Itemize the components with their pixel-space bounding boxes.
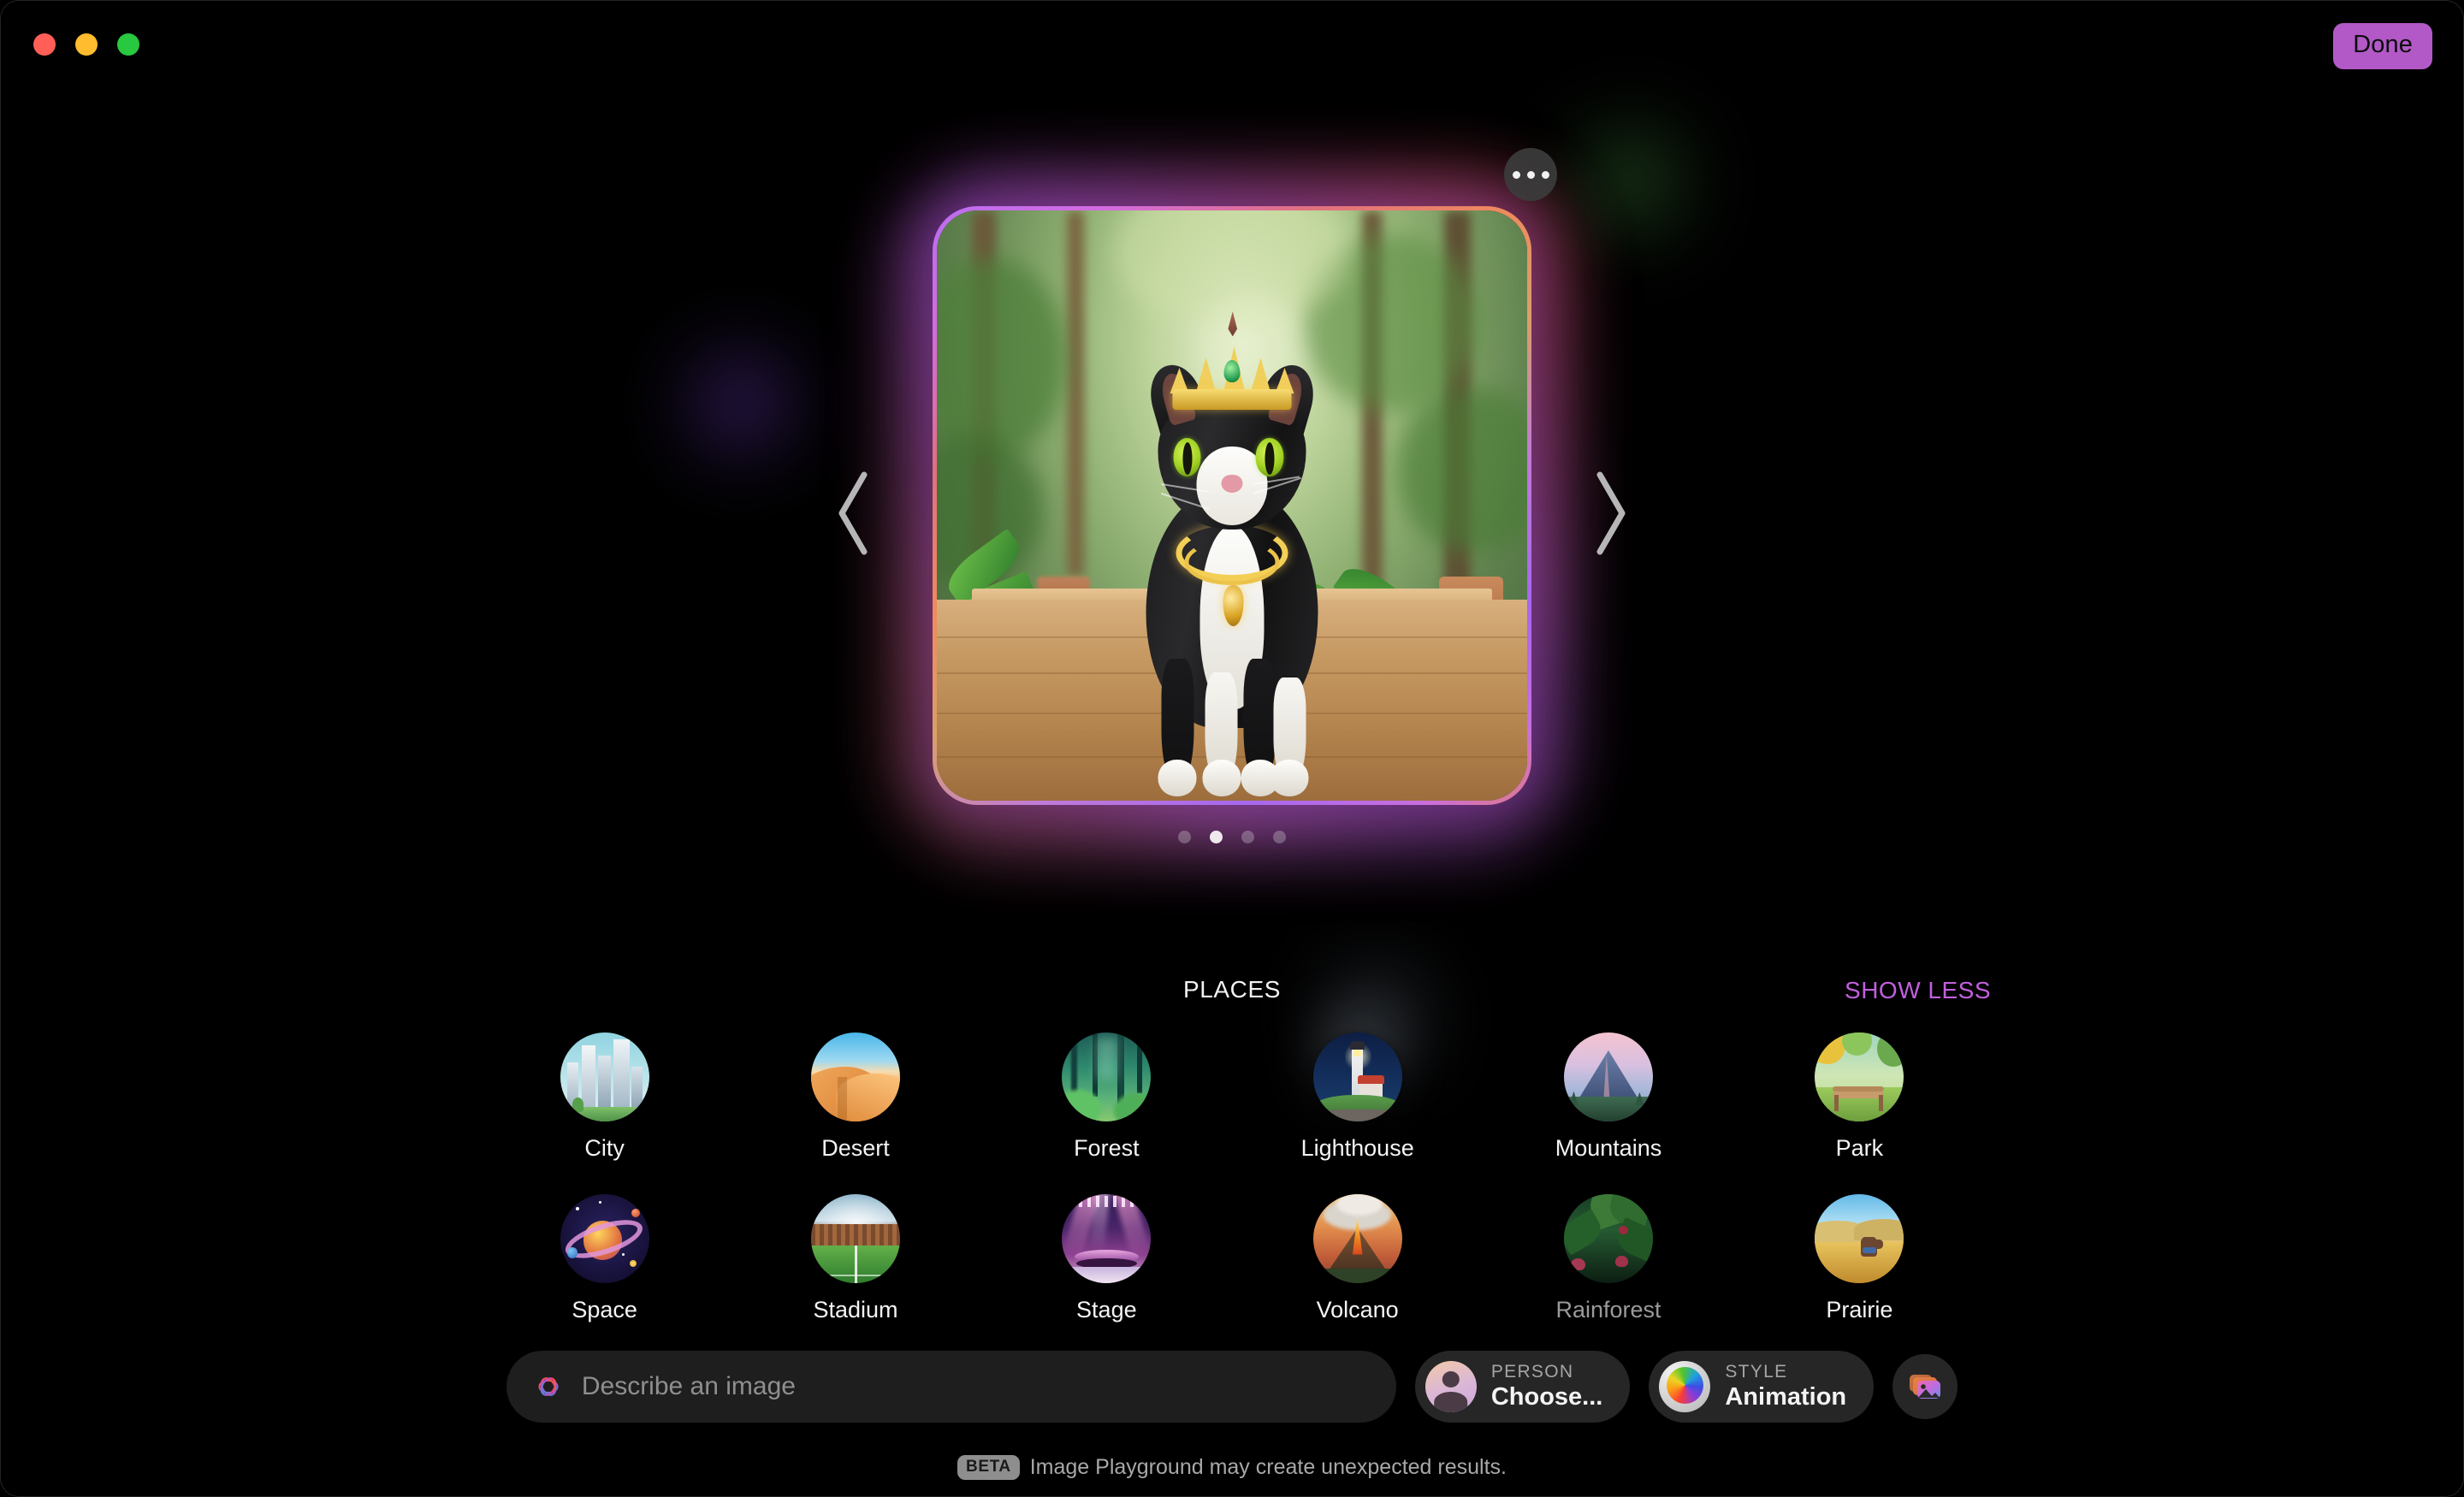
person-chip-button[interactable]: PERSON Choose...: [1414, 1351, 1631, 1423]
describe-image-placeholder: Describe an image: [581, 1372, 796, 1400]
place-label: Park: [1835, 1135, 1884, 1161]
page-dot[interactable]: [1210, 831, 1223, 843]
next-image-button[interactable]: [1588, 466, 1632, 560]
place-label: Lighthouse: [1300, 1135, 1414, 1161]
style-chip-button[interactable]: STYLE Animation: [1649, 1351, 1875, 1423]
describe-image-input[interactable]: Describe an image: [506, 1351, 1396, 1423]
done-button[interactable]: Done: [2333, 23, 2432, 69]
space-thumbnail: [560, 1194, 649, 1283]
page-dot[interactable]: [1178, 831, 1191, 843]
beta-badge: BETA: [957, 1455, 1020, 1480]
place-item-lighthouse[interactable]: Lighthouse: [1232, 1033, 1483, 1162]
traffic-light-controls: [33, 33, 139, 56]
photo-library-button[interactable]: [1892, 1354, 1958, 1419]
place-item-park[interactable]: Park: [1734, 1033, 1985, 1162]
show-less-button[interactable]: SHOW LESS: [1845, 977, 1991, 1004]
volcano-thumbnail: [1312, 1194, 1402, 1283]
city-thumbnail: [560, 1033, 649, 1121]
page-dot[interactable]: [1241, 831, 1254, 843]
stadium-thumbnail: [810, 1194, 900, 1283]
beta-text: Image Playground may create unexpected r…: [1029, 1455, 1507, 1479]
previous-image-button[interactable]: [832, 466, 876, 560]
ellipsis-icon[interactable]: [1504, 148, 1557, 201]
person-chip-value: Choose...: [1490, 1383, 1603, 1411]
style-chip-kicker: STYLE: [1725, 1362, 1788, 1382]
photos-library-icon: [1910, 1375, 1941, 1399]
beta-disclaimer: BETA Image Playground may create unexpec…: [1, 1455, 2463, 1480]
apple-intelligence-icon: [538, 1377, 559, 1396]
places-section: PLACES SHOW LESS City Desert Forest Ligh…: [1, 976, 2463, 1323]
rainforest-thumbnail: [1563, 1194, 1653, 1283]
forest-thumbnail: [1062, 1033, 1152, 1121]
place-label: Mountains: [1555, 1135, 1662, 1161]
hero-area: [1, 148, 2463, 858]
place-item-volcano[interactable]: Volcano: [1232, 1194, 1483, 1323]
place-label: Rainforest: [1555, 1297, 1661, 1322]
places-title: PLACES: [1182, 976, 1282, 1003]
bottom-toolbar: Describe an image PERSON Choose... STYLE…: [1, 1351, 2463, 1423]
image-playground-window: Done PLACES SHOW LESS City Desert Forest…: [0, 0, 2464, 1497]
place-item-desert[interactable]: Desert: [730, 1033, 980, 1162]
stage-thumbnail: [1062, 1194, 1152, 1283]
lighthouse-thumbnail: [1312, 1033, 1402, 1121]
place-item-stage[interactable]: Stage: [981, 1194, 1232, 1323]
place-label: Prairie: [1826, 1297, 1893, 1322]
place-label: Space: [572, 1297, 637, 1322]
title-bar: Done: [1, 1, 2463, 90]
close-button[interactable]: [33, 33, 56, 56]
place-item-city[interactable]: City: [479, 1033, 730, 1162]
place-item-space[interactable]: Space: [479, 1194, 730, 1323]
places-header: PLACES SHOW LESS: [432, 976, 2032, 1014]
place-label: Forest: [1074, 1135, 1140, 1161]
generated-image[interactable]: [937, 210, 1527, 801]
place-label: Stage: [1076, 1297, 1137, 1322]
cat-subject: [1085, 311, 1380, 797]
place-item-forest[interactable]: Forest: [981, 1033, 1232, 1162]
place-item-prairie[interactable]: Prairie: [1734, 1194, 1985, 1323]
prairie-thumbnail: [1815, 1194, 1904, 1283]
jungle-scene: [937, 210, 1527, 801]
zoom-button[interactable]: [117, 33, 139, 56]
page-dot[interactable]: [1273, 831, 1286, 843]
place-label: Volcano: [1316, 1297, 1399, 1322]
style-chip-value: Animation: [1725, 1383, 1847, 1411]
place-label: Desert: [821, 1135, 890, 1161]
place-item-stadium[interactable]: Stadium: [730, 1194, 980, 1323]
image-frame: [933, 206, 1531, 805]
style-ball-icon: [1659, 1361, 1711, 1412]
park-thumbnail: [1815, 1033, 1904, 1121]
place-label: Stadium: [813, 1297, 898, 1322]
place-label: City: [584, 1135, 625, 1161]
mountains-thumbnail: [1563, 1033, 1653, 1121]
person-avatar-icon: [1424, 1361, 1477, 1412]
place-item-rainforest[interactable]: Rainforest: [1483, 1194, 1733, 1323]
desert-thumbnail: [810, 1033, 900, 1121]
crown: [1167, 311, 1297, 411]
page-indicator: [933, 831, 1531, 843]
places-grid: City Desert Forest Lighthouse Mountains: [479, 1033, 1985, 1323]
place-item-mountains[interactable]: Mountains: [1483, 1033, 1733, 1162]
person-chip-kicker: PERSON: [1490, 1362, 1574, 1382]
generated-image-card: [838, 148, 1626, 858]
minimize-button[interactable]: [75, 33, 98, 56]
